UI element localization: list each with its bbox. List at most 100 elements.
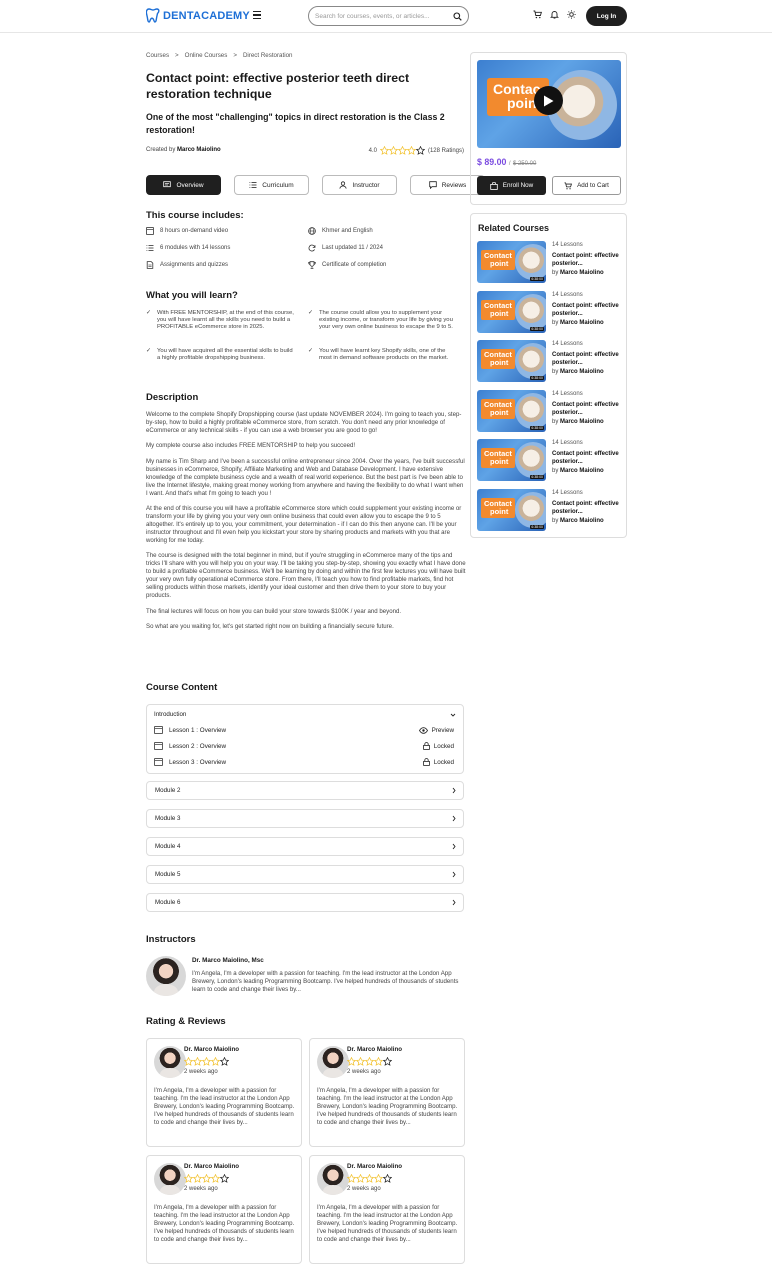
star-filled-icon [211,1057,220,1066]
breadcrumb-courses[interactable]: Courses [146,52,169,59]
lesson-status[interactable]: Preview [418,726,454,734]
course-preview-video[interactable]: Contac point [477,60,621,148]
price: $ 89.00 / $ 250.00 [477,157,536,167]
brand-name: DENTACADEMY [163,9,250,22]
chevron-right-icon [452,843,456,850]
add-to-cart-button[interactable]: Add to Cart [552,176,621,195]
review-card: Dr. Marco Maiolino 2 weeks ago I'm Angel… [146,1155,302,1264]
course-tabs: Overview Curriculum Instructor Reviews [146,175,485,195]
star-filled-icon [397,146,407,155]
search-bar[interactable] [308,6,469,26]
learn-item: ✓ The course could allow you to supplemen… [308,310,456,331]
trophy-icon [308,261,316,269]
reviewer-name: Dr. Marco Maiolino [184,1163,240,1170]
author-name[interactable]: Marco Maiolino [177,147,221,153]
thumb-text-line: point [490,258,509,268]
tab-curriculum[interactable]: Curriculum [234,175,309,195]
lesson-row[interactable]: Lesson 3 : Overview Locked [154,758,457,766]
avatar [154,1163,186,1195]
related-thumbnail[interactable]: Contact point 6:38:00 [477,390,546,432]
related-courses: Related Courses Contact point 6:38:00 14 Le… [470,213,627,538]
related-course-item[interactable]: Contact point 6:38:00 14 Lessons Contact poi… [477,390,622,432]
star-filled-icon [388,146,398,155]
tab-overview[interactable]: Overview [146,175,221,195]
related-course-item[interactable]: Contact point 6:38:00 14 Lessons Contact poi… [477,489,622,531]
related-author-name: Marco Maiolino [560,369,604,375]
module-introduction-header[interactable]: Introduction [154,711,186,718]
thumb-image [515,442,546,478]
related-info: 14 Lessons Contact point: effective poste… [552,340,622,376]
breadcrumb-online-courses[interactable]: Online Courses [185,52,228,59]
sun-icon[interactable] [567,10,576,19]
play-button[interactable] [534,86,563,115]
related-title[interactable]: Contact point: effective posterior... [552,302,622,318]
by-label: by [552,270,559,276]
related-course-item[interactable]: Contact point 6:38:00 14 Lessons Contact poi… [477,439,622,481]
bell-icon[interactable] [550,10,559,19]
lesson-row[interactable]: Lesson 1 : Overview Preview [154,726,457,734]
duration-badge: 6:38:00 [530,426,544,430]
module-label: Module 4 [155,843,181,850]
module-row[interactable]: Module 3 [146,809,464,828]
module-row[interactable]: Module 5 [146,865,464,884]
tab-instructor[interactable]: Instructor [322,175,397,195]
search-icon[interactable] [453,12,462,21]
star-empty-icon [220,1057,229,1066]
related-course-item[interactable]: Contact point 6:38:00 14 Lessons Contact poi… [477,241,622,283]
star-empty-icon [220,1174,229,1183]
thumb-text-line: point [490,357,509,367]
related-title[interactable]: Contact point: effective posterior... [552,351,622,367]
related-author-name: Marco Maiolino [560,468,604,474]
logo[interactable]: DENTACADEMY [146,8,250,23]
duration-badge: 6:38:00 [530,327,544,331]
eye-icon [418,726,428,734]
star-filled-icon [356,1057,365,1066]
related-title[interactable]: Contact point: effective posterior... [552,500,622,516]
include-item: Khmer and English [308,227,373,235]
rating-value: 4.0 [368,147,377,154]
module-row[interactable]: Module 4 [146,837,464,856]
related-thumbnail[interactable]: Contact point 6:38:00 [477,489,546,531]
duration-badge: 6:38:00 [530,475,544,479]
related-title[interactable]: Contact point: effective posterior... [552,252,622,268]
lesson-row[interactable]: Lesson 2 : Overview Locked [154,742,457,750]
related-lessons: 14 Lessons [552,292,583,298]
module-row[interactable]: Module 6 [146,893,464,912]
star-filled-icon [374,1057,383,1066]
enroll-now-button[interactable]: Enroll Now [477,176,546,195]
avatar[interactable] [146,956,186,996]
menu-icon[interactable] [253,11,261,19]
check-icon: ✓ [308,348,313,354]
thumb-text: Contact point [481,498,515,518]
related-thumbnail[interactable]: Contact point 6:38:00 [477,241,546,283]
module-label: Module 6 [155,899,181,906]
chevron-right-icon [452,787,456,794]
course-meta: Created by Marco Maiolino 4.0 (128 Ratin… [146,146,464,155]
star-filled-icon [374,1174,383,1183]
star-filled-icon [406,146,416,155]
cart-label: Add to Cart [577,182,609,189]
list-icon [146,245,154,251]
reviewer-name: Dr. Marco Maiolino [347,1163,403,1170]
lesson-status-label: Preview [431,726,454,734]
enroll-label: Enroll Now [502,182,534,189]
related-course-item[interactable]: Contact point 6:38:00 14 Lessons Contact poi… [477,291,622,333]
related-info: 14 Lessons Contact point: effective poste… [552,439,622,475]
related-thumbnail[interactable]: Contact point 6:38:00 [477,291,546,333]
course-rating: 4.0 (128 Ratings) [369,146,464,155]
cart-icon[interactable] [533,10,542,19]
related-thumbnail[interactable]: Contact point 6:38:00 [477,439,546,481]
related-title[interactable]: Contact point: effective posterior... [552,401,622,417]
star-filled-icon [202,1057,211,1066]
related-course-item[interactable]: Contact point 6:38:00 14 Lessons Contact poi… [477,340,622,382]
search-input[interactable] [315,12,445,20]
login-button[interactable]: Log In [586,6,627,26]
lesson-status-label: Locked [433,758,454,766]
duration-badge: 6:38:00 [530,376,544,380]
related-title[interactable]: Contact point: effective posterior... [552,450,622,466]
related-lessons: 14 Lessons [552,242,583,248]
module-row[interactable]: Module 2 [146,781,464,800]
chevron-down-icon[interactable] [450,712,456,718]
related-thumbnail[interactable]: Contact point 6:38:00 [477,340,546,382]
instructor-name[interactable]: Dr. Marco Maiolino, Msc [192,957,264,964]
